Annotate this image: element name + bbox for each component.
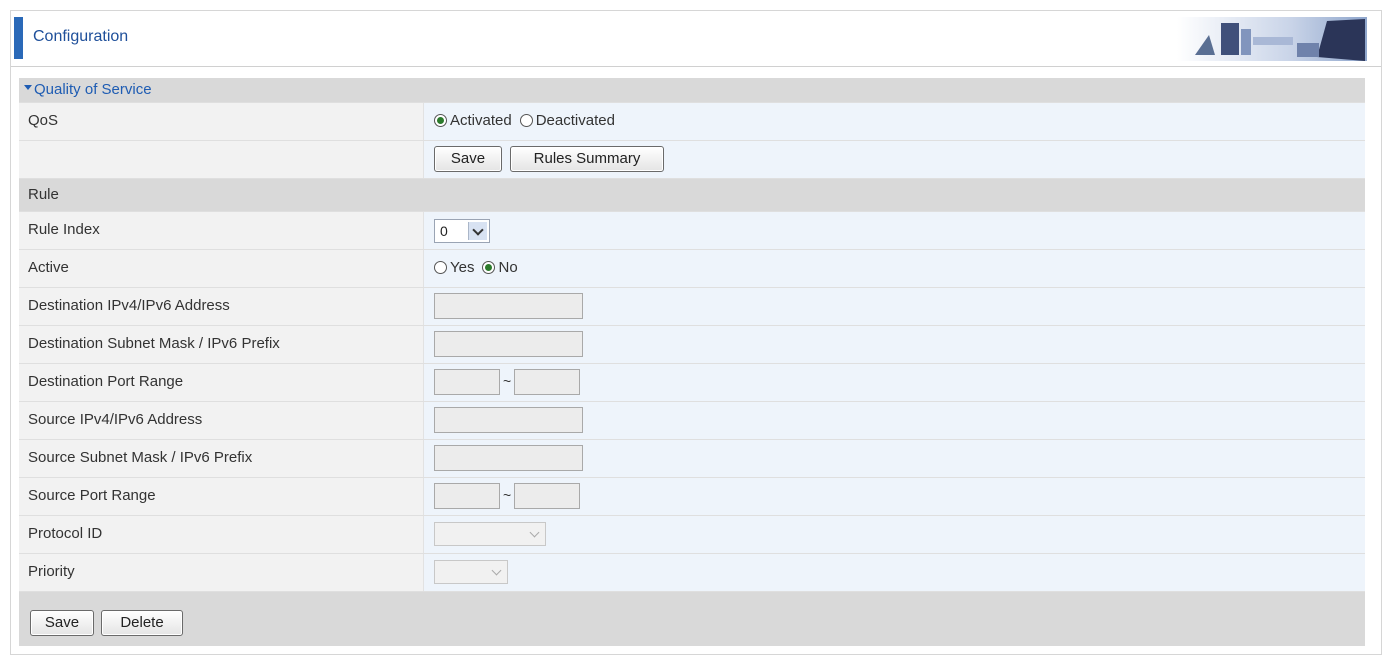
qos-deactivated-label[interactable]: Deactivated xyxy=(536,112,615,129)
qos-actions: Save Rules Summary xyxy=(424,141,1365,178)
rule-title: Rule xyxy=(28,186,59,203)
rule-index-row: Rule Index 0 xyxy=(19,211,1365,249)
active-radio-group: Yes No xyxy=(434,259,526,276)
protocol-value xyxy=(424,516,1365,553)
active-yes-label[interactable]: Yes xyxy=(450,259,474,276)
dest-ip-input[interactable] xyxy=(434,293,583,319)
dest-mask-label: Destination Subnet Mask / IPv6 Prefix xyxy=(19,326,424,363)
qos-value: Activated Deactivated xyxy=(424,103,1365,140)
protocol-select[interactable] xyxy=(434,522,546,546)
dest-mask-value xyxy=(424,326,1365,363)
qos-save-button[interactable]: Save xyxy=(434,146,502,172)
src-mask-row: Source Subnet Mask / IPv6 Prefix xyxy=(19,439,1365,477)
dest-port-separator: ~ xyxy=(503,373,512,389)
priority-label: Priority xyxy=(19,554,424,591)
footer-actions: Save Delete xyxy=(19,591,1365,646)
active-label: Active xyxy=(19,250,424,287)
rule-index-selected: 0 xyxy=(440,223,448,239)
src-port-value: ~ xyxy=(424,478,1365,515)
qos-actions-label xyxy=(19,141,424,178)
qos-content: Quality of Service QoS Activated Deactiv… xyxy=(19,78,1365,646)
src-mask-input[interactable] xyxy=(434,445,583,471)
rules-summary-button[interactable]: Rules Summary xyxy=(510,146,664,172)
chevron-down-icon[interactable] xyxy=(525,525,543,543)
active-value: Yes No xyxy=(424,250,1365,287)
collapse-triangle-icon[interactable] xyxy=(24,85,32,90)
src-port-label: Source Port Range xyxy=(19,478,424,515)
src-port-end-input[interactable] xyxy=(514,483,580,509)
priority-row: Priority xyxy=(19,553,1365,591)
rule-index-label: Rule Index xyxy=(19,212,424,249)
active-no-radio[interactable] xyxy=(482,261,496,274)
dest-mask-input[interactable] xyxy=(434,331,583,357)
chevron-down-icon[interactable] xyxy=(468,222,487,240)
protocol-label: Protocol ID xyxy=(19,516,424,553)
qos-label: QoS xyxy=(19,103,424,140)
src-mask-label: Source Subnet Mask / IPv6 Prefix xyxy=(19,440,424,477)
dest-ip-row: Destination IPv4/IPv6 Address xyxy=(19,287,1365,325)
protocol-row: Protocol ID xyxy=(19,515,1365,553)
section-title: Quality of Service xyxy=(34,81,152,98)
src-mask-value xyxy=(424,440,1365,477)
src-ip-row: Source IPv4/IPv6 Address xyxy=(19,401,1365,439)
dest-port-value: ~ xyxy=(424,364,1365,401)
active-no-label[interactable]: No xyxy=(498,259,517,276)
priority-value xyxy=(424,554,1365,591)
dest-mask-row: Destination Subnet Mask / IPv6 Prefix xyxy=(19,325,1365,363)
dest-port-row: Destination Port Range ~ xyxy=(19,363,1365,401)
src-ip-label: Source IPv4/IPv6 Address xyxy=(19,402,424,439)
section-header-qos[interactable]: Quality of Service xyxy=(19,78,1365,102)
active-yes-radio[interactable] xyxy=(434,261,447,274)
page-title: Configuration xyxy=(33,28,129,45)
rule-delete-button[interactable]: Delete xyxy=(101,610,183,636)
dest-port-label: Destination Port Range xyxy=(19,364,424,401)
dest-port-end-input[interactable] xyxy=(514,369,580,395)
network-banner-icon xyxy=(1177,17,1367,61)
qos-row: QoS Activated Deactivated xyxy=(19,102,1365,140)
page-header: Configuration xyxy=(11,11,1381,67)
dest-port-start-input[interactable] xyxy=(434,369,500,395)
chevron-down-icon[interactable] xyxy=(487,563,505,581)
qos-deactivated-radio[interactable] xyxy=(519,114,533,127)
src-port-start-input[interactable] xyxy=(434,483,500,509)
rule-subheader: Rule xyxy=(19,178,1365,211)
dest-ip-label: Destination IPv4/IPv6 Address xyxy=(19,288,424,325)
dest-ip-value xyxy=(424,288,1365,325)
rule-index-select[interactable]: 0 xyxy=(434,219,490,243)
qos-actions-row: Save Rules Summary xyxy=(19,140,1365,178)
src-ip-input[interactable] xyxy=(434,407,583,433)
qos-activated-radio[interactable] xyxy=(434,114,447,127)
qos-activated-label[interactable]: Activated xyxy=(450,112,512,129)
src-ip-value xyxy=(424,402,1365,439)
active-row: Active Yes No xyxy=(19,249,1365,287)
main-frame: Configuration Quality of Service QoS Act… xyxy=(10,10,1382,655)
src-port-row: Source Port Range ~ xyxy=(19,477,1365,515)
rule-save-button[interactable]: Save xyxy=(30,610,94,636)
qos-radio-group: Activated Deactivated xyxy=(434,112,623,129)
src-port-separator: ~ xyxy=(503,487,512,503)
header-accent-bar xyxy=(14,17,23,59)
priority-select[interactable] xyxy=(434,560,508,584)
rule-index-value: 0 xyxy=(424,212,1365,249)
